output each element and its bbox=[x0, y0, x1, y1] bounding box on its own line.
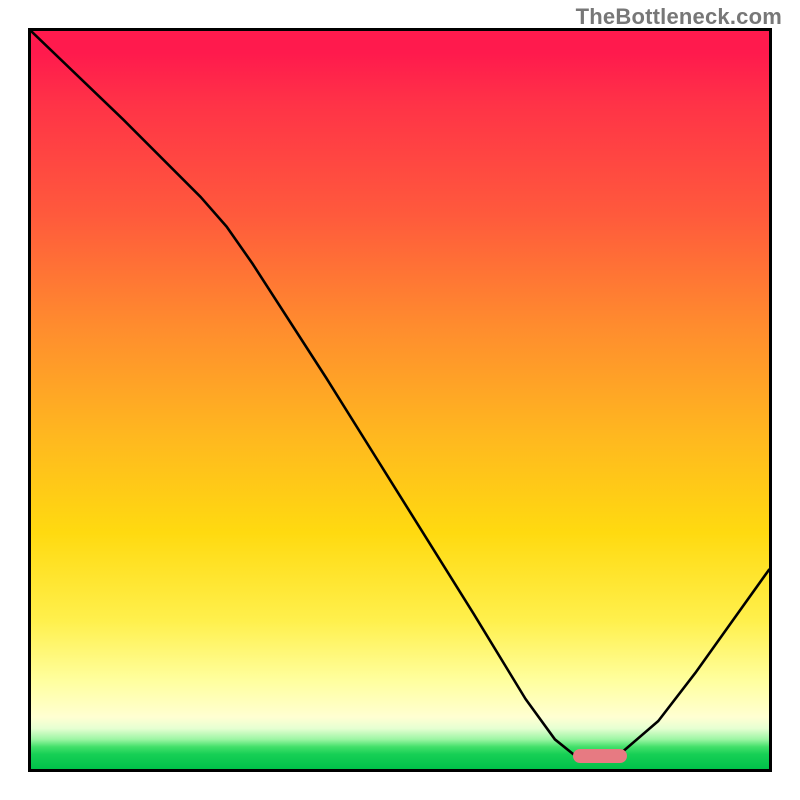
chart-container: TheBottleneck.com bbox=[0, 0, 800, 800]
bottleneck-curve bbox=[31, 31, 769, 769]
watermark-text: TheBottleneck.com bbox=[576, 4, 782, 30]
plot-area bbox=[28, 28, 772, 772]
optimal-marker bbox=[573, 749, 627, 763]
